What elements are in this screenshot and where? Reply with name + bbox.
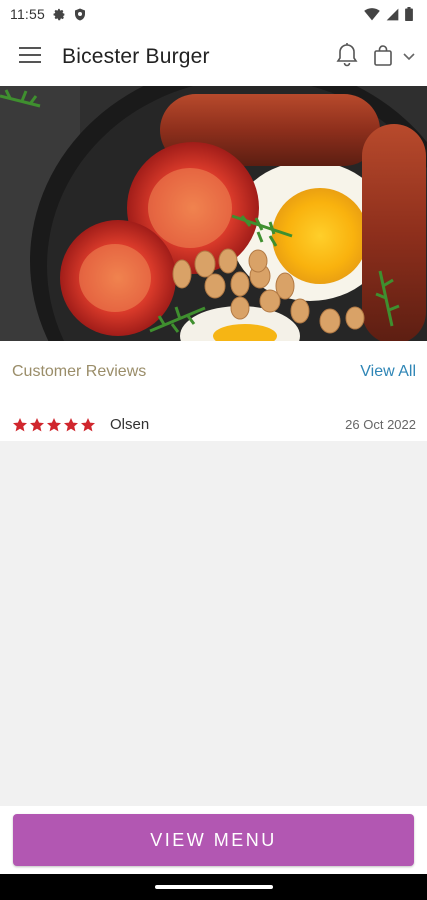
hero-food-image xyxy=(0,86,427,341)
system-navigation-bar xyxy=(0,874,427,900)
wifi-icon xyxy=(364,7,380,21)
status-time: 11:55 xyxy=(10,6,45,22)
star-icon xyxy=(64,417,78,431)
home-gesture-handle[interactable] xyxy=(155,885,273,889)
star-icon xyxy=(47,417,61,431)
app-bar: Bicester Burger xyxy=(0,28,427,86)
page-title: Bicester Burger xyxy=(62,45,210,68)
shield-icon xyxy=(74,8,86,21)
status-left: 11:55 xyxy=(10,6,86,22)
status-right xyxy=(364,7,413,21)
view-all-reviews-link[interactable]: View All xyxy=(360,363,416,381)
star-icon xyxy=(13,417,27,431)
reviewer-name: Olsen xyxy=(110,416,150,433)
hamburger-menu-icon xyxy=(19,46,41,69)
customer-reviews-section: Customer Reviews View All Olsen 26 Oct 2… xyxy=(0,341,427,441)
hamburger-menu-button[interactable] xyxy=(18,45,42,69)
app-bar-actions xyxy=(335,42,415,73)
cart-button[interactable] xyxy=(373,44,415,71)
gear-icon xyxy=(53,8,66,21)
star-icon xyxy=(81,417,95,431)
shopping-bag-icon xyxy=(373,44,393,71)
bell-icon xyxy=(335,42,359,73)
status-bar: 11:55 xyxy=(0,0,427,28)
reviews-title: Customer Reviews xyxy=(12,363,147,380)
view-menu-button[interactable]: VIEW MENU xyxy=(13,814,414,866)
battery-icon xyxy=(405,7,413,21)
review-date: 26 Oct 2022 xyxy=(345,417,416,432)
star-rating xyxy=(12,417,96,433)
food-photo xyxy=(0,86,427,341)
star-icon xyxy=(30,417,44,431)
chevron-down-icon xyxy=(403,48,415,66)
signal-icon xyxy=(386,8,399,21)
reviews-header: Customer Reviews View All xyxy=(12,363,416,381)
notifications-button[interactable] xyxy=(335,42,359,73)
review-item: Olsen 26 Oct 2022 xyxy=(12,416,416,433)
bottom-cta-area: VIEW MENU xyxy=(0,806,427,874)
